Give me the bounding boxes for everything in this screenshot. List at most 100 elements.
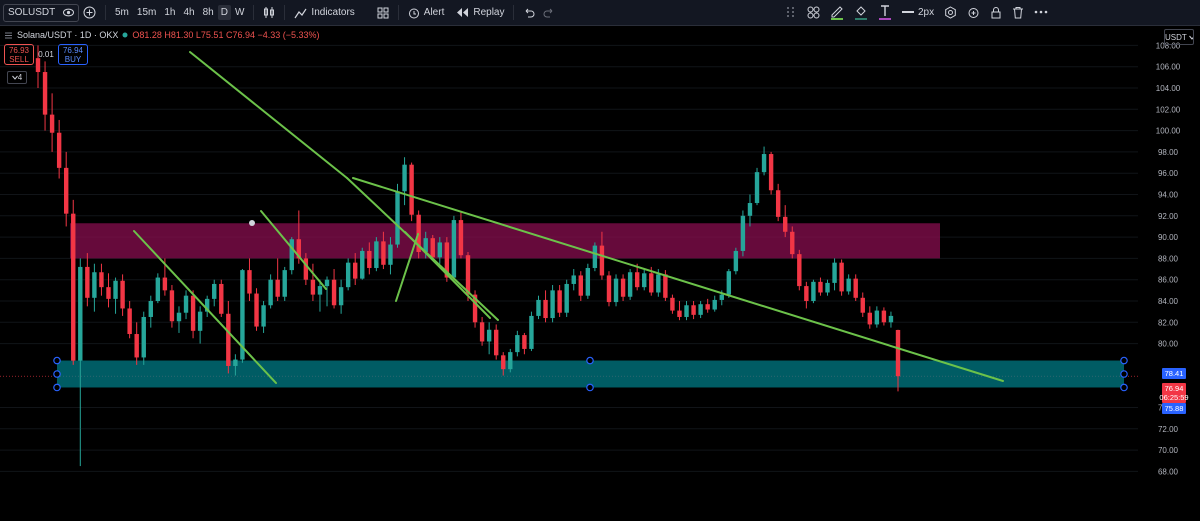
candle-body [564,283,569,313]
lock-icon[interactable] [990,6,1002,19]
support-zone[interactable] [57,360,1124,388]
candle [768,151,774,195]
candle-body [78,266,83,361]
alert-button[interactable]: Alert [404,7,449,19]
candle [797,249,802,291]
redo-button[interactable] [539,7,559,18]
candle-body [183,295,189,313]
candle-body [783,216,788,232]
text-color-icon[interactable] [878,4,892,20]
line-width-button[interactable]: 2px [902,7,934,18]
candle [451,215,457,280]
more-icon[interactable] [1034,10,1048,14]
zone-resize-handle[interactable] [1120,383,1128,392]
candle-body [169,290,175,322]
timeframe-1h[interactable]: 1h [160,7,179,18]
candle-body [501,355,506,370]
candle-body [571,275,576,284]
line-width-label: 2px [918,6,935,18]
zone-resize-handle[interactable] [1120,356,1128,365]
sell-price: 76.93 [8,45,30,55]
candle-body [881,310,887,323]
candle [592,242,598,272]
candle [754,167,760,206]
candle-body [106,287,111,299]
candle-body [839,262,844,292]
candle-body [162,277,168,291]
candle-body [141,316,146,358]
event-marker-icon[interactable] [249,220,255,226]
collapse-indicators-button[interactable]: 4 [7,71,27,84]
timeframe-d[interactable]: D [217,5,231,20]
candle-body [409,164,414,215]
symbol-search[interactable]: SOLUSDT [3,3,79,22]
candle-body [85,266,90,298]
template-icon[interactable] [807,6,820,19]
timeframe-15m[interactable]: 15m [133,7,160,18]
resistance-zone[interactable] [70,223,940,259]
zone-resize-handle[interactable] [586,356,594,365]
candle-body [712,299,717,310]
candle-body [374,241,379,268]
settings-icon[interactable] [944,5,957,19]
candle-body [197,311,203,331]
price-tick-label: 94.00 [1158,191,1179,200]
candle-body [733,250,739,272]
price-chart[interactable]: 108.00106.00104.00102.00100.0098.0096.00… [0,26,1200,521]
buy-button[interactable]: 76.94 BUY [58,44,88,65]
candle-body [860,297,865,313]
candle [169,285,175,328]
chart-type-button[interactable] [259,6,279,19]
candle-body [226,313,231,366]
templates-button[interactable] [373,7,393,19]
price-tick-label: 104.00 [1156,84,1181,93]
candle-body [388,244,393,265]
zone-resize-handle[interactable] [53,370,61,378]
candle-body [663,274,668,298]
candle-body [740,215,746,251]
timeframe-4h[interactable]: 4h [179,7,198,18]
candle-body [853,278,858,298]
drawing-toolbar: 2px [785,4,1048,20]
candle-body [367,250,372,268]
timeframe-w[interactable]: W [231,7,248,18]
replay-button[interactable]: Replay [452,7,508,18]
candle-body [867,312,873,325]
candle [529,311,534,352]
zone-resize-handle[interactable] [586,383,594,392]
compare-button[interactable] [79,6,100,19]
legend-ohlc: O81.28 H81.30 L75.51 C76.94 −4.33 (−5.33… [132,30,320,40]
timeframe-8h[interactable]: 8h [199,7,218,18]
undo-button[interactable] [519,7,539,18]
candle [409,162,414,222]
indicators-button[interactable]: Indicators [290,7,358,19]
sell-button[interactable]: 76.93 SELL [4,44,34,65]
separator [253,5,255,20]
undo-icon [526,8,535,18]
zone-resize-handle[interactable] [1120,370,1128,378]
timeframe-5m[interactable]: 5m [111,7,133,18]
candle [733,247,739,275]
collapse-legend-icon[interactable] [4,31,13,40]
fill-bucket-icon[interactable] [854,4,868,20]
candle-body [585,267,591,296]
candle-body [775,190,781,217]
candle-body [747,203,753,216]
candle-body [282,270,287,297]
candle-body [247,270,252,294]
quantity-value[interactable]: 0.01 [37,50,55,59]
pencil-color-icon[interactable] [830,4,844,20]
drag-handle-icon[interactable] [785,5,797,19]
price-axis[interactable]: 108.00106.00104.00102.00100.0098.0096.00… [1138,26,1200,521]
alert-add-icon[interactable] [967,6,980,19]
zone-resize-handle[interactable] [53,383,61,392]
candle-body [71,213,76,361]
candle-body [56,132,62,168]
candle [550,285,555,323]
alert-label: Alert [423,7,445,18]
candle-body [684,305,689,317]
trash-icon[interactable] [1012,6,1024,19]
currency-selector[interactable]: USDT [1164,29,1194,45]
zone-resize-handle[interactable] [53,356,61,365]
candle-body [176,312,182,322]
